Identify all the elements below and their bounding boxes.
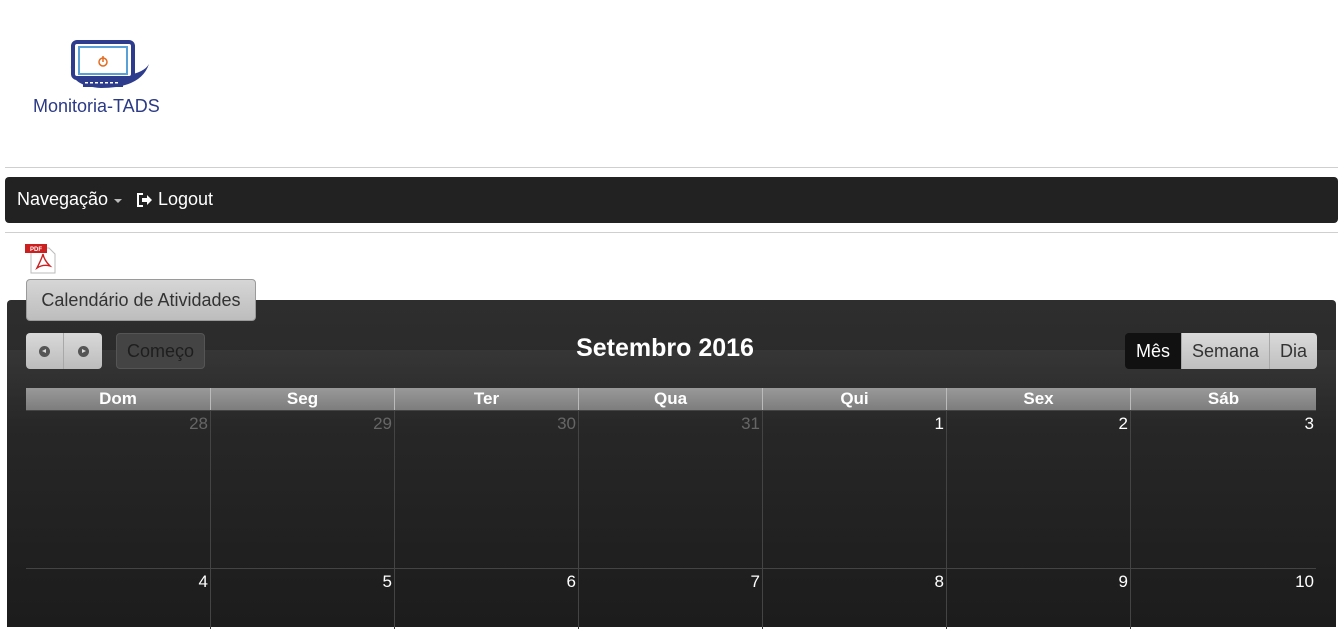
weekday-sun: Dom: [26, 388, 211, 410]
day-number: 29: [373, 414, 392, 433]
day-number: 6: [566, 572, 576, 591]
logo-text: Monitoria-TADS: [33, 96, 160, 116]
day-cell[interactable]: 3: [1131, 411, 1316, 568]
weekday-wed: Qua: [579, 388, 763, 410]
day-cell[interactable]: 2: [947, 411, 1131, 568]
day-number: 9: [1118, 572, 1128, 591]
calendar-title: Setembro 2016: [576, 334, 754, 362]
divider-bottom: [5, 232, 1338, 233]
app-logo[interactable]: Monitoria-TADS: [33, 38, 183, 120]
caret-down-icon: [114, 198, 123, 203]
view-switcher: Mês Semana Dia: [1125, 333, 1317, 369]
logout-link[interactable]: Logout: [136, 189, 213, 210]
navbar: Navegação Logout: [5, 177, 1338, 223]
day-cell[interactable]: 9: [947, 569, 1131, 629]
day-cell[interactable]: 31: [579, 411, 763, 568]
day-number: 8: [934, 572, 944, 591]
today-button[interactable]: Começo: [116, 333, 205, 369]
weekday-thu: Qui: [763, 388, 947, 410]
day-cell[interactable]: 28: [26, 411, 211, 568]
weekday-header: Dom Seg Ter Qua Qui Sex Sáb: [26, 388, 1316, 410]
view-week-button[interactable]: Semana: [1181, 333, 1269, 369]
day-cell[interactable]: 7: [579, 569, 763, 629]
weekday-mon: Seg: [211, 388, 395, 410]
pdf-icon[interactable]: PDF: [25, 244, 57, 274]
logout-icon: [137, 192, 152, 207]
weekday-tue: Ter: [395, 388, 579, 410]
day-number: 5: [382, 572, 392, 591]
arrow-left-icon: [39, 345, 50, 357]
day-number: 7: [750, 572, 760, 591]
computer-power-icon: [70, 40, 149, 88]
day-number: 31: [741, 414, 760, 433]
pdf-badge-text: PDF: [30, 247, 42, 253]
prev-next-group: [26, 333, 102, 369]
view-day-button[interactable]: Dia: [1269, 333, 1317, 369]
day-cell[interactable]: 30: [395, 411, 579, 568]
day-number: 10: [1295, 572, 1314, 591]
navigation-label: Navegação: [17, 189, 109, 209]
month-grid: Dom Seg Ter Qua Qui Sex Sáb 28 29 30 31 …: [26, 388, 1316, 629]
day-number: 2: [1118, 414, 1128, 433]
logout-label: Logout: [158, 189, 214, 209]
day-cell[interactable]: 4: [26, 569, 211, 629]
day-cell[interactable]: 1: [763, 411, 947, 568]
day-number: 30: [557, 414, 576, 433]
weekday-fri: Sex: [947, 388, 1131, 410]
arrow-right-icon: [77, 345, 89, 357]
week-row: 4 5 6 7 8 9 10: [26, 568, 1316, 629]
weekday-sat: Sáb: [1207, 389, 1240, 408]
day-number: 1: [934, 414, 944, 433]
day-number: 3: [1304, 414, 1314, 433]
next-button[interactable]: [64, 333, 102, 369]
navigation-dropdown[interactable]: Navegação: [17, 189, 123, 210]
day-cell[interactable]: 10: [1131, 569, 1316, 629]
day-number: 28: [189, 414, 208, 433]
day-cell[interactable]: 6: [395, 569, 579, 629]
day-cell[interactable]: 5: [211, 569, 395, 629]
view-month-button[interactable]: Mês: [1125, 333, 1181, 369]
day-number: 4: [198, 572, 208, 591]
day-cell[interactable]: 29: [211, 411, 395, 568]
day-cell[interactable]: 8: [763, 569, 947, 629]
prev-button[interactable]: [26, 333, 64, 369]
calendar-tab[interactable]: Calendário de Atividades: [26, 279, 256, 321]
divider-top: [5, 167, 1338, 168]
week-row: 28 29 30 31 1 2 3: [26, 410, 1316, 568]
